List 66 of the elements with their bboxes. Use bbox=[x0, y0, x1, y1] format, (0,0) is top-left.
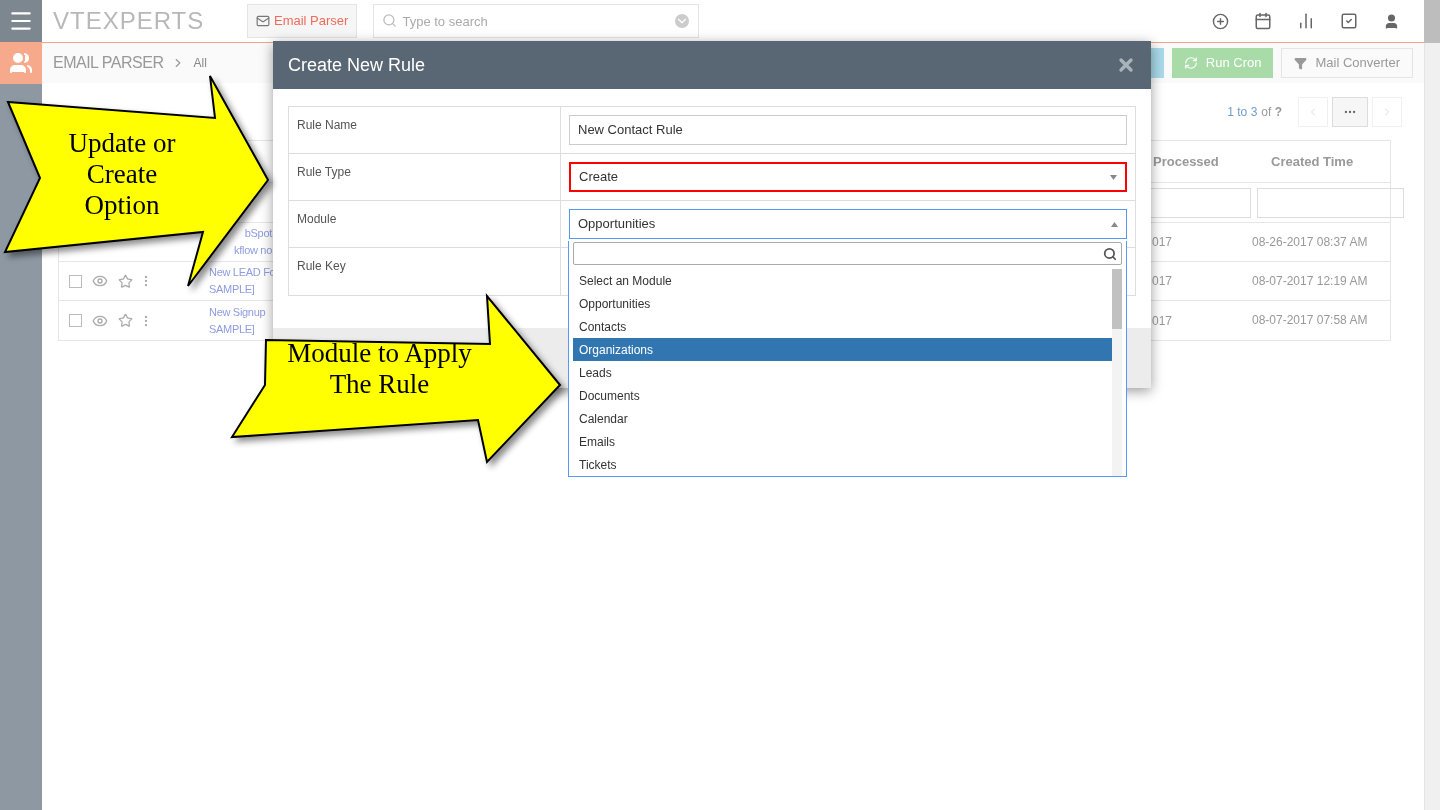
search-field[interactable]: Type to search bbox=[373, 4, 700, 38]
dropdown-option[interactable]: Leads bbox=[573, 361, 1112, 384]
dropdown-option[interactable]: Organizations bbox=[573, 338, 1112, 361]
search-icon bbox=[1103, 246, 1117, 261]
module-title[interactable]: EMAIL PARSER bbox=[53, 51, 164, 75]
pager-total: of ? bbox=[1261, 103, 1282, 121]
dropdown-option[interactable]: Contacts bbox=[573, 315, 1112, 338]
table-cell-text: 08-26-2017 08:37 AM bbox=[1252, 233, 1369, 251]
row-checkbox[interactable] bbox=[69, 274, 82, 288]
eye-icon[interactable] bbox=[92, 273, 108, 289]
checkbox-icon[interactable] bbox=[1340, 12, 1358, 30]
dropdown-option[interactable]: Select an Module bbox=[573, 269, 1112, 292]
refresh-icon bbox=[1183, 56, 1198, 70]
select-field[interactable]: Opportunities bbox=[569, 209, 1127, 239]
table-cell-text: 017 bbox=[1152, 234, 1174, 251]
table-cell-text: 08-07-2017 07:58 AM bbox=[1252, 312, 1369, 329]
mail-icon bbox=[256, 14, 270, 28]
subject-link[interactable]: SAMPLE] bbox=[209, 281, 255, 298]
module-button[interactable]: Email Parser bbox=[247, 4, 358, 38]
callout-text: Module to Apply The Rule bbox=[286, 338, 473, 400]
filter-icon bbox=[1294, 56, 1308, 70]
search-icon bbox=[382, 13, 398, 28]
dropdown-option[interactable]: Tickets bbox=[573, 453, 1112, 476]
subject-link[interactable]: kflow no bbox=[234, 242, 272, 259]
dropdown-option[interactable]: Calendar bbox=[573, 407, 1112, 430]
chevron-down-icon[interactable] bbox=[675, 14, 690, 28]
view-name[interactable]: All bbox=[193, 54, 207, 72]
subject-link[interactable]: New Signup bbox=[209, 303, 266, 321]
caret-down-icon bbox=[1110, 174, 1117, 180]
dropdown-option[interactable]: Emails bbox=[573, 430, 1112, 453]
list-scrollbar[interactable] bbox=[1112, 269, 1122, 476]
add-icon[interactable] bbox=[1212, 12, 1229, 30]
field-label: Module bbox=[297, 212, 337, 226]
menu-icon[interactable] bbox=[0, 0, 42, 42]
caret-up-icon bbox=[1111, 221, 1118, 227]
subject-link[interactable]: bSpot bbox=[244, 225, 272, 242]
table-cell-text: 017 bbox=[1152, 312, 1174, 330]
column-header[interactable]: Created Time bbox=[1253, 151, 1390, 172]
dropdown-option[interactable]: Opportunities bbox=[573, 292, 1112, 315]
field-label: Rule Key bbox=[297, 259, 346, 273]
scrollbar[interactable] bbox=[1424, 0, 1440, 43]
table-cell-text: 017 bbox=[1152, 273, 1174, 290]
close-icon[interactable] bbox=[1116, 55, 1136, 75]
star-icon[interactable] bbox=[118, 313, 133, 328]
pager-range: 1 to 3 bbox=[1227, 103, 1258, 121]
column-header[interactable]: Processed bbox=[1153, 151, 1253, 172]
calendar-icon[interactable] bbox=[1254, 12, 1272, 30]
chart-icon[interactable] bbox=[1297, 12, 1315, 30]
logo: VTEXPERTS bbox=[53, 6, 206, 36]
mail-converter-button[interactable]: Mail Converter bbox=[1281, 48, 1413, 78]
field-label: Rule Type bbox=[297, 165, 351, 179]
row-checkbox[interactable] bbox=[69, 314, 82, 327]
filter-field[interactable] bbox=[1257, 187, 1404, 218]
more-pages-button[interactable] bbox=[1332, 96, 1368, 127]
dropdown-search-field[interactable] bbox=[573, 242, 1122, 265]
select-field[interactable]: Create bbox=[569, 162, 1127, 192]
table-cell-text: 08-07-2017 12:19 AM bbox=[1252, 272, 1369, 290]
star-icon[interactable] bbox=[118, 273, 133, 289]
users-icon[interactable] bbox=[0, 42, 42, 84]
dropdown-option[interactable]: Documents bbox=[573, 384, 1112, 407]
field-label: Rule Name bbox=[297, 118, 358, 132]
modal-title: Create New Rule bbox=[288, 53, 426, 77]
subject-link[interactable]: SAMPLE] bbox=[209, 320, 255, 338]
user-icon[interactable] bbox=[1383, 12, 1400, 30]
callout-text: Update or Create Option bbox=[67, 128, 177, 221]
text-field[interactable]: New Contact Rule bbox=[569, 115, 1127, 145]
